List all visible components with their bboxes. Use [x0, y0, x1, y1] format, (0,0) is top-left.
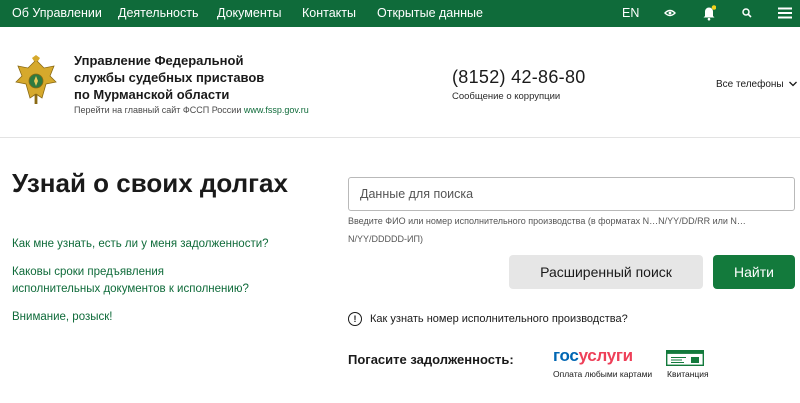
- language-switch[interactable]: EN: [622, 6, 639, 20]
- receipt-icon[interactable]: [665, 349, 704, 367]
- search-input[interactable]: [349, 178, 794, 210]
- search-field[interactable]: [348, 177, 795, 211]
- nav-item-documents[interactable]: Документы: [217, 6, 281, 20]
- org-name-line: службы судебных приставов: [74, 70, 265, 85]
- nav-item-open-data[interactable]: Открытые данные: [377, 6, 483, 20]
- gosuslugi-logo-part: услуги: [578, 346, 634, 365]
- site-header: Управление Федеральной службы судебных п…: [0, 27, 800, 138]
- receipt-caption: Квитанция: [667, 369, 709, 379]
- main-site-link-prefix: Перейти на главный сайт ФССП России: [74, 105, 242, 115]
- link-deadlines[interactable]: Каковы сроки предъявления исполнительных…: [12, 264, 252, 298]
- nav-item-activity[interactable]: Деятельность: [118, 6, 198, 20]
- all-phones-label: Все телефоны: [716, 79, 784, 90]
- menu-icon[interactable]: [776, 4, 794, 22]
- org-name-line: по Мурманской области: [74, 87, 230, 102]
- organization-name[interactable]: Управление Федеральной службы судебных п…: [74, 52, 294, 103]
- howto-text: Как узнать номер исполнительного произво…: [370, 313, 628, 325]
- eye-icon[interactable]: [661, 4, 679, 22]
- main-site-link-url: www.fssp.gov.ru: [243, 105, 309, 115]
- search-icon[interactable]: [738, 4, 756, 22]
- org-name-line: Управление Федеральной: [74, 53, 244, 68]
- gosuslugi-logo[interactable]: госуслуги: [553, 346, 633, 366]
- chevron-down-icon: [789, 81, 798, 87]
- nav-item-contacts[interactable]: Контакты: [302, 6, 356, 20]
- hotline-caption: Сообщение о коррупции: [452, 91, 561, 102]
- info-icon: !: [348, 312, 362, 326]
- link-how-to-know-debts[interactable]: Как мне узнать, есть ли у меня задолженн…: [12, 236, 312, 253]
- howto-link[interactable]: ! Как узнать номер исполнительного произ…: [348, 312, 628, 326]
- gosuslugi-logo-part: гос: [553, 346, 579, 365]
- link-wanted[interactable]: Внимание, розыск!: [12, 309, 312, 326]
- pay-debt-label: Погасите задолженность:: [348, 352, 514, 367]
- top-navigation: Об Управлении Деятельность Документы Кон…: [0, 0, 800, 27]
- fssp-emblem-icon[interactable]: [12, 54, 60, 106]
- hotline-phone[interactable]: (8152) 42-86-80: [452, 67, 586, 88]
- page-title: Узнай о своих долгах: [12, 168, 288, 198]
- search-hint: Введите ФИО или номер исполнительного пр…: [348, 216, 746, 244]
- nav-item-about[interactable]: Об Управлении: [12, 6, 102, 20]
- find-button[interactable]: Найти: [713, 255, 795, 289]
- main-site-link[interactable]: Перейти на главный сайт ФССП России www.…: [74, 105, 309, 115]
- bell-icon[interactable]: [700, 4, 718, 22]
- advanced-search-button[interactable]: Расширенный поиск: [509, 255, 703, 289]
- all-phones-dropdown[interactable]: Все телефоны: [716, 79, 798, 90]
- gosuslugi-caption: Оплата любыми картами: [553, 369, 653, 379]
